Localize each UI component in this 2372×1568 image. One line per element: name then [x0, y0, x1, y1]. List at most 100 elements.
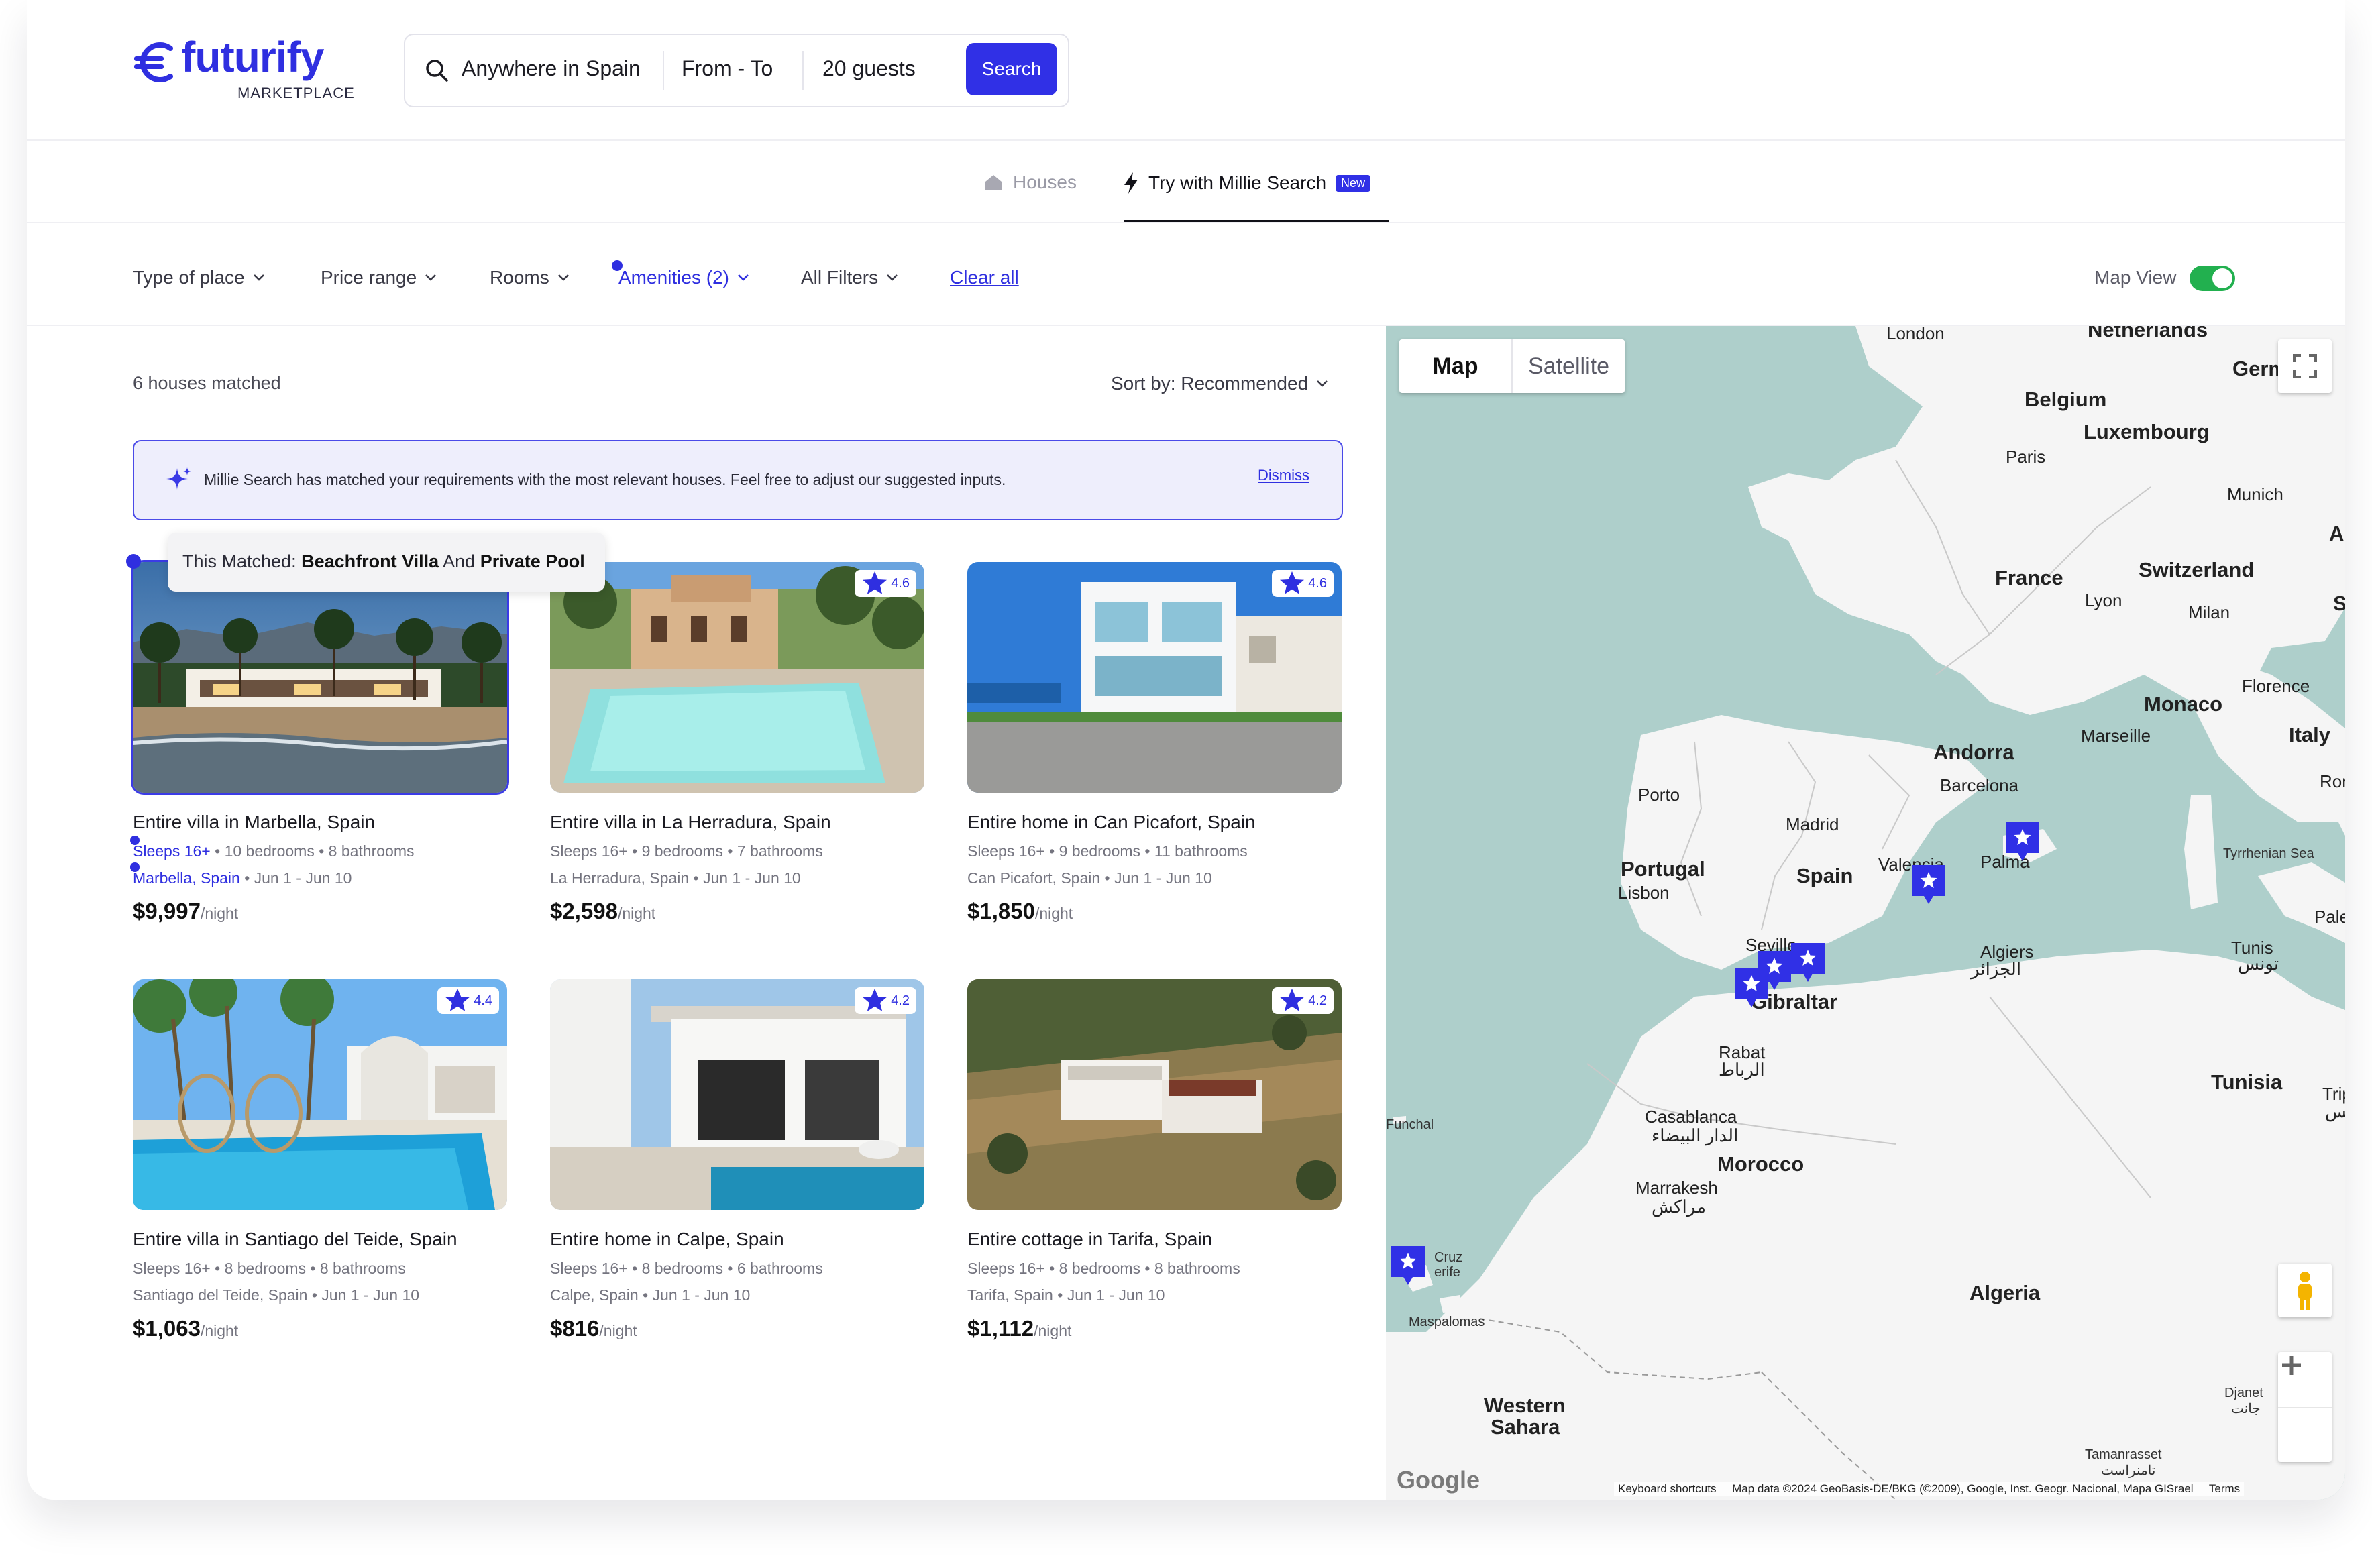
- rating-badge: 4.6: [1272, 570, 1334, 597]
- map-label: Tunisia: [2211, 1070, 2283, 1094]
- toggle-knob: [2212, 268, 2232, 288]
- clear-all-link[interactable]: Clear all: [950, 267, 1019, 288]
- tab-millie-search[interactable]: Try with Millie Search New: [1123, 172, 1371, 194]
- map-label: طرابلس: [2325, 1101, 2345, 1121]
- app-window: futurify MARKETPLACE Anywhere in Spain F…: [27, 0, 2345, 1500]
- map-label: Italy: [2289, 723, 2331, 746]
- price-amount: $2,598: [550, 899, 618, 923]
- price-amount: $1,112: [967, 1316, 1034, 1341]
- tooltip-prefix: This Matched:: [182, 551, 302, 571]
- street-view-button[interactable]: [2278, 1264, 2332, 1317]
- listing-dates: • Jun 1 - Jun 10: [689, 869, 801, 887]
- filter-all-filters[interactable]: All Filters: [801, 267, 898, 288]
- tab-millie-label: Try with Millie Search: [1148, 172, 1327, 193]
- map-pin-tarifa[interactable]: [1732, 966, 1771, 1010]
- listing-card[interactable]: 4.6 Entire villa in La Herradura, Spain …: [550, 562, 924, 938]
- map-label: Tyrrhenian Sea: [2223, 846, 2314, 861]
- dismiss-button[interactable]: Dismiss: [1258, 467, 1309, 484]
- price-unit: /night: [599, 1322, 637, 1339]
- new-badge: New: [1336, 174, 1371, 192]
- tab-houses-label: Houses: [1013, 172, 1077, 192]
- price-unit: /night: [617, 905, 656, 922]
- listing-rooms: • 8 bedrooms • 6 bathrooms: [627, 1259, 823, 1277]
- listing-card[interactable]: 4.4 Entire villa in Santiago del Teide, …: [133, 979, 507, 1355]
- listing-title[interactable]: Entire home in Calpe, Spain: [550, 1229, 784, 1250]
- listing-title[interactable]: Entire villa in Marbella, Spain: [133, 811, 375, 833]
- fullscreen-button[interactable]: [2278, 339, 2332, 393]
- listing-details: Sleeps 16+ • 10 bedrooms • 8 bathrooms: [133, 842, 415, 860]
- map-type-map-button[interactable]: Map: [1399, 339, 1511, 393]
- tooltip-match: Beachfront Villa: [301, 551, 439, 571]
- banner-text: Millie Search has matched your requireme…: [204, 471, 1006, 488]
- filter-price-range[interactable]: Price range: [321, 267, 437, 288]
- listing-title[interactable]: Entire villa in La Herradura, Spain: [550, 811, 831, 833]
- listing-dates: • Jun 1 - Jun 10: [638, 1286, 751, 1304]
- map-label: تامنراست: [2101, 1463, 2156, 1478]
- listing-sleeps: Sleeps 16+: [133, 842, 211, 860]
- brand-logo[interactable]: futurify MARKETPLACE: [133, 33, 361, 109]
- map-label: Maspalomas: [1409, 1314, 1485, 1329]
- guests-field[interactable]: 20 guests: [822, 56, 916, 81]
- search-button[interactable]: Search: [966, 43, 1057, 95]
- chevron-down-icon: [557, 274, 569, 281]
- listing-title[interactable]: Entire cottage in Tarifa, Spain: [967, 1229, 1212, 1250]
- map-type-satellite-button[interactable]: Satellite: [1511, 339, 1625, 393]
- listing-photo[interactable]: 4.6: [967, 562, 1342, 793]
- listing-photo[interactable]: 4.2: [550, 979, 924, 1210]
- zoom-out-button[interactable]: [2278, 1363, 2332, 1463]
- brand-name: futurify: [181, 33, 324, 81]
- divider: [27, 139, 2345, 141]
- map-label: Andorra: [1933, 740, 2014, 764]
- listing-title[interactable]: Entire villa in Santiago del Teide, Spai…: [133, 1229, 457, 1250]
- listing-card[interactable]: 4.6 Entire home in Can Picafort, Spain S…: [967, 562, 1342, 938]
- map-panel[interactable]: Netherlands London Germany Belgium Luxem…: [1386, 326, 2345, 1500]
- keyboard-shortcuts-link[interactable]: Keyboard shortcuts: [1618, 1482, 1716, 1495]
- listing-photo[interactable]: 4.6: [550, 562, 924, 793]
- map-label: Algeria: [1970, 1281, 2041, 1304]
- listing-price: $816/night: [550, 1316, 637, 1341]
- listing-card[interactable]: 4.2 Entire home in Calpe, Spain Sleeps 1…: [550, 979, 924, 1355]
- map-label: Au: [2329, 522, 2345, 545]
- map-label: Ron: [2320, 771, 2345, 791]
- location-field[interactable]: Anywhere in Spain: [462, 56, 641, 81]
- filter-label: Type of place: [133, 267, 245, 288]
- rating-badge: 4.2: [855, 987, 916, 1014]
- map-data-text: Map data ©2024 GeoBasis-DE/BKG (©2009), …: [1732, 1482, 2194, 1495]
- map-pin-santiago-del-teide[interactable]: [1389, 1243, 1427, 1288]
- map-view-toggle[interactable]: [2190, 266, 2235, 291]
- listing-location: Calpe, Spain • Jun 1 - Jun 10: [550, 1286, 750, 1304]
- price-amount: $816: [550, 1316, 600, 1341]
- dates-field[interactable]: From - To: [682, 56, 773, 81]
- listing-photo[interactable]: 4.4: [133, 979, 507, 1210]
- map-pin-la-herradura[interactable]: [1788, 940, 1827, 985]
- map-label: Luxembourg: [2084, 420, 2210, 443]
- rating-value: 4.2: [891, 993, 910, 1008]
- filter-rooms[interactable]: Rooms: [490, 267, 570, 288]
- listing-rooms: • 8 bedrooms • 8 bathrooms: [1044, 1259, 1240, 1277]
- map-pin-calpe[interactable]: [1909, 862, 1948, 907]
- map-pin-can-picafort[interactable]: [2003, 820, 2042, 864]
- listing-location: Can Picafort, Spain • Jun 1 - Jun 10: [967, 869, 1212, 887]
- listing-photo[interactable]: [133, 562, 507, 793]
- map-label: Milan: [2188, 602, 2230, 622]
- listing-photo[interactable]: 4.2: [967, 979, 1342, 1210]
- listing-card[interactable]: Entire villa in Marbella, Spain Sleeps 1…: [130, 562, 507, 938]
- tab-houses[interactable]: Houses: [983, 172, 1077, 193]
- tooltip-match: Private Pool: [480, 551, 585, 571]
- map-label: Monaco: [2144, 692, 2223, 716]
- map-label: Sahara: [1491, 1415, 1560, 1439]
- listing-sleeps: Sleeps 16+: [550, 1259, 628, 1277]
- listing-title[interactable]: Entire home in Can Picafort, Spain: [967, 811, 1256, 833]
- listing-price: $9,997/night: [133, 899, 238, 924]
- sort-dropdown[interactable]: Sort by: Recommended: [1111, 373, 1328, 394]
- listing-sleeps: Sleeps 16+: [550, 842, 628, 860]
- filter-amenities[interactable]: Amenities (2): [618, 267, 749, 288]
- terms-link[interactable]: Terms: [2209, 1482, 2240, 1495]
- listing-card[interactable]: 4.2 Entire cottage in Tarifa, Spain Slee…: [967, 979, 1342, 1355]
- rating-value: 4.4: [474, 993, 492, 1008]
- filter-label: Rooms: [490, 267, 549, 288]
- map-label: Paris: [2006, 447, 2046, 467]
- listing-details: Sleeps 16+ • 9 bedrooms • 11 bathrooms: [967, 842, 1248, 860]
- filter-type-of-place[interactable]: Type of place: [133, 267, 265, 288]
- listing-place: Tarifa, Spain: [967, 1286, 1053, 1304]
